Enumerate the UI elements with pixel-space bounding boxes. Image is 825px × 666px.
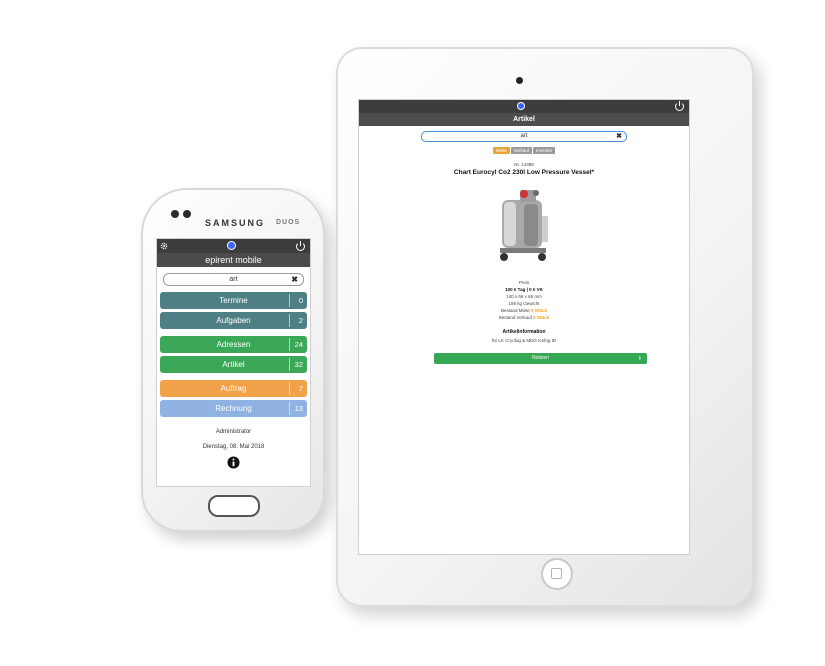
- weight: 189 kg Gewicht: [508, 301, 540, 306]
- tab-miete[interactable]: Miete: [492, 147, 510, 154]
- clear-search-icon[interactable]: ✖: [291, 274, 298, 285]
- current-date: Dienstag, 08. Mai 2018: [202, 444, 265, 450]
- tablet-home-button[interactable]: [541, 558, 573, 590]
- current-user: Administrator: [215, 429, 252, 435]
- menu-button-artikel[interactable]: Artikel 32: [160, 356, 307, 373]
- power-icon[interactable]: [675, 101, 684, 111]
- menu-count: 2: [298, 316, 303, 325]
- article-number: Nr. 14388: [514, 162, 534, 167]
- menu-count: 7: [298, 384, 303, 393]
- menu-label: Aufgaben: [216, 316, 251, 325]
- menu-count: 13: [294, 404, 303, 413]
- app-title: epirent mobile: [157, 253, 310, 267]
- stock-rent: Bestand Miete 0 Stück: [359, 307, 689, 314]
- tablet-top-bar: [359, 100, 689, 113]
- stock-rent-label: Bestand Miete: [500, 308, 530, 313]
- phone-model-logo: DUOS: [276, 219, 301, 226]
- article-tabs: Miete Verkauf Inventar: [359, 147, 689, 154]
- dimensions: 140 x 66 x 66 mm: [506, 294, 542, 299]
- page-title: Artikel: [359, 113, 689, 126]
- search-input[interactable]: art ✖: [421, 131, 627, 142]
- tablet-device: Artikel art ✖ Miete Verkauf Inventar Nr.…: [336, 47, 754, 607]
- chevron-right-icon: ›: [638, 355, 641, 362]
- phone-home-button[interactable]: [208, 495, 260, 517]
- menu-label: Artikel: [222, 360, 245, 369]
- article-image: [359, 186, 689, 269]
- stock-sale-value: 0 Stück: [533, 315, 550, 320]
- sync-status-icon: [517, 102, 525, 110]
- tablet-screen: Artikel art ✖ Miete Verkauf Inventar Nr.…: [358, 99, 690, 555]
- menu-button-rechnung[interactable]: Rechnung 13: [160, 400, 307, 417]
- price-label: Preis: [518, 280, 530, 285]
- search-input[interactable]: art ✖: [163, 273, 304, 286]
- stock-rent-value: 0 Stück: [531, 308, 548, 313]
- phone-front-camera: [183, 210, 191, 218]
- tab-verkauf[interactable]: Verkauf: [510, 147, 532, 154]
- menu-button-adressen[interactable]: Adressen 24: [160, 336, 307, 353]
- phone-device: SAMSUNG DUOS epirent mobile art ✖ Termin…: [141, 188, 325, 532]
- menu-label: Adressen: [216, 340, 251, 349]
- menu-label: Auftrag: [220, 384, 247, 393]
- tablet-front-camera: [516, 77, 523, 84]
- phone-brand-logo: SAMSUNG: [205, 218, 266, 228]
- info-icon[interactable]: [227, 456, 240, 469]
- menu-button-auftrag[interactable]: Auftrag 7: [160, 380, 307, 397]
- settings-icon[interactable]: [160, 242, 168, 250]
- menu-button-termine[interactable]: Termine 0: [160, 292, 307, 309]
- menu-label: Termine: [219, 296, 248, 305]
- phone-sensor: [171, 210, 179, 218]
- tab-inventar[interactable]: Inventar: [533, 147, 556, 154]
- menu-count: 32: [294, 360, 303, 369]
- menu-count: 0: [298, 296, 303, 305]
- article-title: Chart Eurocyl Co2 230l Low Pressure Vess…: [453, 169, 595, 176]
- price-value: 100 € Tag | 0 € VK: [505, 287, 543, 292]
- stock-sale: Bestand Verkauf 0 Stück: [359, 314, 689, 321]
- stock-sale-label: Bestand Verkauf: [498, 315, 532, 320]
- search-input-value: art: [229, 276, 238, 283]
- power-icon[interactable]: [296, 241, 305, 251]
- menu-button-aufgaben[interactable]: Aufgaben 2: [160, 312, 307, 329]
- notes-label: Notizen: [532, 355, 549, 361]
- menu-label: Rechnung: [215, 404, 252, 413]
- info-text: für LK Cryofog & MDG Icefog ID: [491, 338, 557, 343]
- sync-status-icon: [227, 241, 236, 250]
- phone-top-bar: [157, 239, 310, 253]
- phone-screen: epirent mobile art ✖ Termine 0 Aufgaben …: [156, 238, 311, 487]
- search-input-value: art: [520, 133, 528, 139]
- notes-button[interactable]: Notizen ›: [434, 353, 647, 364]
- clear-search-icon[interactable]: ✖: [616, 132, 622, 141]
- info-title: Artikelinformation: [502, 329, 546, 335]
- menu-count: 24: [294, 340, 303, 349]
